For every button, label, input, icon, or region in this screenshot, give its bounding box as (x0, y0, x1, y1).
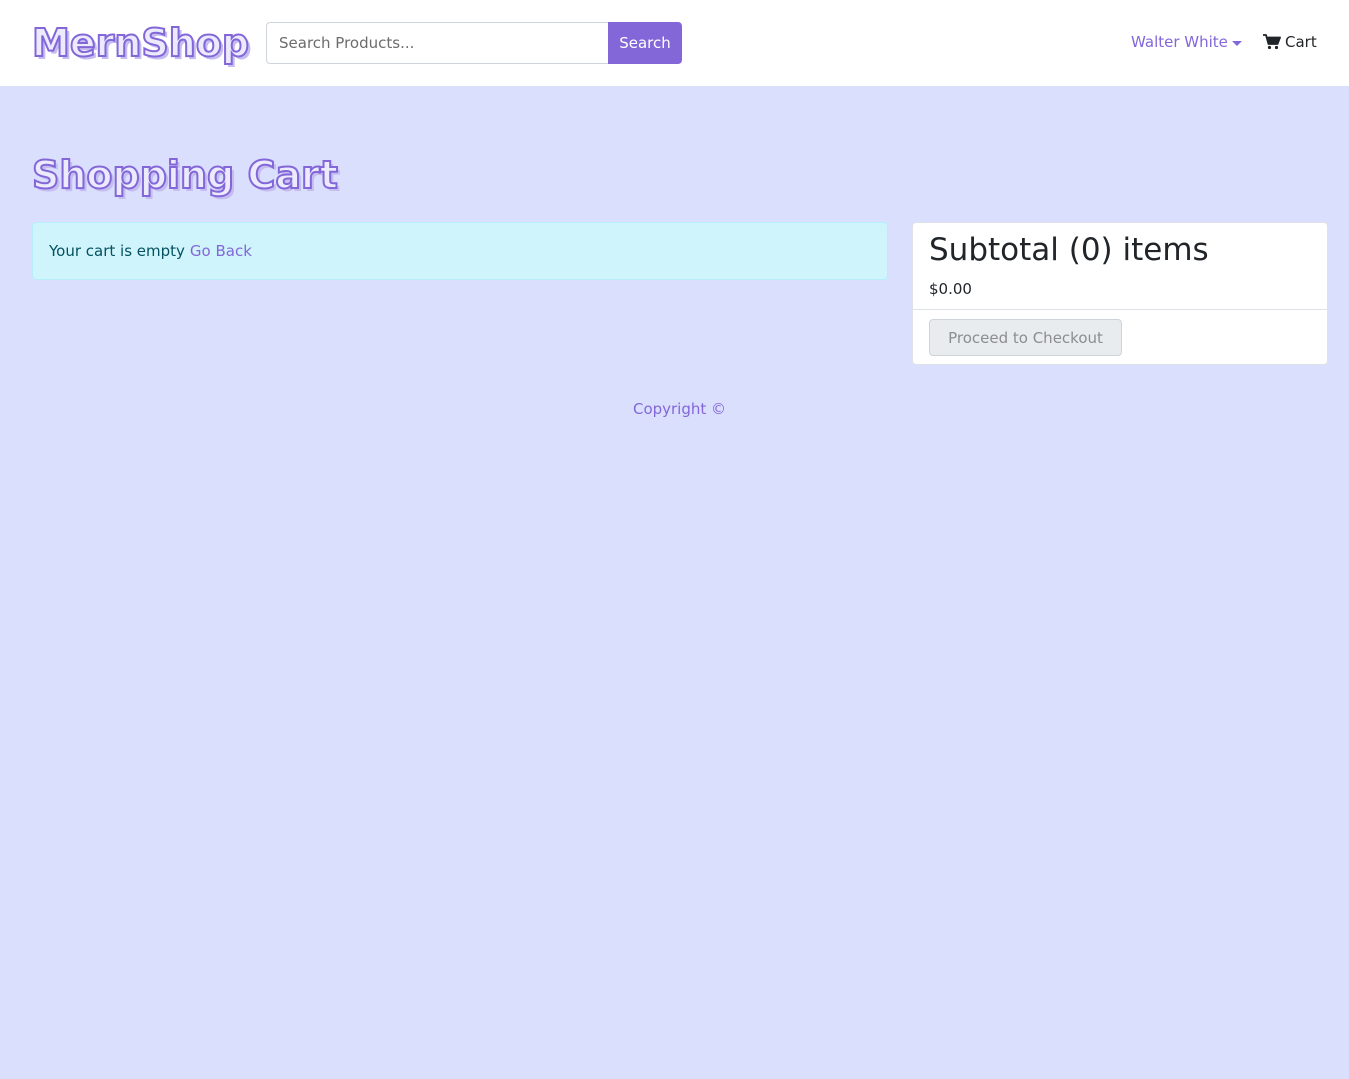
footer-copyright: Copyright © (632, 400, 727, 418)
go-back-link[interactable]: Go Back (190, 242, 252, 260)
summary-actions: Proceed to Checkout (913, 310, 1327, 365)
search-input[interactable] (266, 22, 608, 64)
search-form: Search (266, 22, 682, 64)
brand-logo[interactable]: MernShop (31, 20, 250, 66)
shopping-cart-icon (1263, 34, 1281, 50)
subtotal-price: $0.00 (929, 280, 972, 298)
empty-cart-message: Your cart is empty (49, 242, 185, 260)
user-menu-dropdown[interactable]: Walter White (1131, 30, 1242, 54)
caret-down-icon (1231, 40, 1242, 46)
navbar: MernShop Search Walter White Cart (0, 0, 1349, 86)
summary-details: Subtotal (0) items $0.00 (913, 223, 1327, 310)
subtotal-heading: Subtotal (0) items (929, 232, 1209, 268)
cart-label: Cart (1285, 33, 1317, 51)
proceed-to-checkout-button[interactable]: Proceed to Checkout (929, 319, 1122, 356)
cart-link[interactable]: Cart (1263, 30, 1317, 54)
user-menu-label: Walter White (1131, 33, 1228, 51)
order-summary-card: Subtotal (0) items $0.00 Proceed to Chec… (912, 222, 1328, 365)
page-title: Shopping Cart (31, 152, 339, 198)
empty-cart-alert: Your cart is empty Go Back (32, 222, 888, 280)
search-button[interactable]: Search (608, 22, 682, 64)
